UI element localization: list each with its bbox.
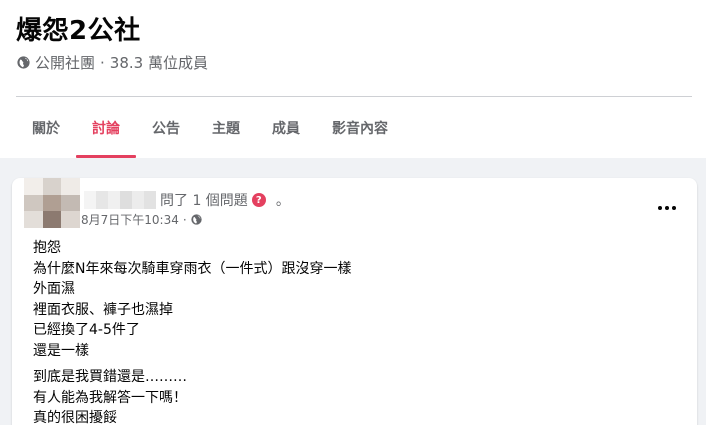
member-count[interactable]: 38.3 萬位成員 [110,52,208,73]
tab-announcements[interactable]: 公告 [136,98,196,158]
trailing-dot: 。 [275,193,290,209]
group-title[interactable]: 爆怨2公社 [16,10,141,47]
tab-members[interactable]: 成員 [256,98,316,158]
dot-icon [665,206,669,210]
post-line: 抱怨 [33,240,61,256]
privacy-label: 公開社團 [35,54,96,72]
post-timestamp[interactable]: 8月7日下午10:34 [81,211,179,228]
meta-separator: · [100,53,105,72]
group-tabs: 關於 討論 公告 主題 成員 影音內容 [16,98,404,158]
tab-label: 公告 [152,121,180,137]
tab-topics[interactable]: 主題 [196,98,256,158]
more-options-button[interactable] [655,200,679,216]
header-divider [16,96,692,97]
meta-separator: · [182,212,187,227]
tab-about[interactable]: 關於 [16,98,76,158]
post-action-text: 問了 1 個問題 [160,193,248,209]
tab-discussion[interactable]: 討論 [76,98,136,158]
post-line: 還是一樣 [33,342,89,359]
globe-icon [191,214,202,225]
post-action: 問了 1 個問題 ? 。 [160,190,290,210]
dot-icon [672,206,676,210]
dot-icon [658,206,662,210]
globe-icon [17,56,30,69]
tab-media[interactable]: 影音內容 [316,98,404,158]
question-icon: ? [251,193,266,207]
tab-label: 主題 [212,121,240,137]
post-line: 真的很困擾餒 [33,410,117,425]
post-paragraph: 抱怨 為什麼N年來每次騎車穿雨衣（一件式）跟沒穿一樣 外面濕 裡面衣服、褲子也濕… [33,238,673,361]
tab-label: 成員 [272,121,300,137]
post-line: 裡面衣服、褲子也濕掉 [33,301,173,318]
tab-label: 討論 [92,121,120,137]
group-header: 爆怨2公社 公開社團 · 38.3 萬位成員 關於 討論 公告 主題 成員 影音… [0,0,706,158]
tab-label: 影音內容 [332,121,388,137]
tab-label: 關於 [32,121,60,137]
post-line: 為什麼N年來每次騎車穿雨衣（一件式）跟沒穿一樣 [33,260,352,277]
author-name-redacted[interactable] [84,191,156,209]
post-body: 抱怨 為什麼N年來每次騎車穿雨衣（一件式）跟沒穿一樣 外面濕 裡面衣服、褲子也濕… [33,238,673,425]
post-paragraph: 到底是我買錯還是……… 有人能為我解答一下嗎！ 真的很困擾餒 [33,367,673,425]
post-meta: 8月7日下午10:34 · [81,211,202,228]
post-line: 到底是我買錯還是……… [33,369,187,385]
post-line: 外面濕 [33,281,75,297]
post-line: 已經換了4-5件了 [33,322,140,338]
group-meta: 公開社團 · 38.3 萬位成員 [17,52,208,73]
avatar[interactable] [24,178,80,228]
post-card: 問了 1 個問題 ? 。 8月7日下午10:34 · 抱怨 為什麼N年來每次騎車… [12,178,697,425]
post-line: 有人能為我解答一下嗎！ [33,389,187,406]
